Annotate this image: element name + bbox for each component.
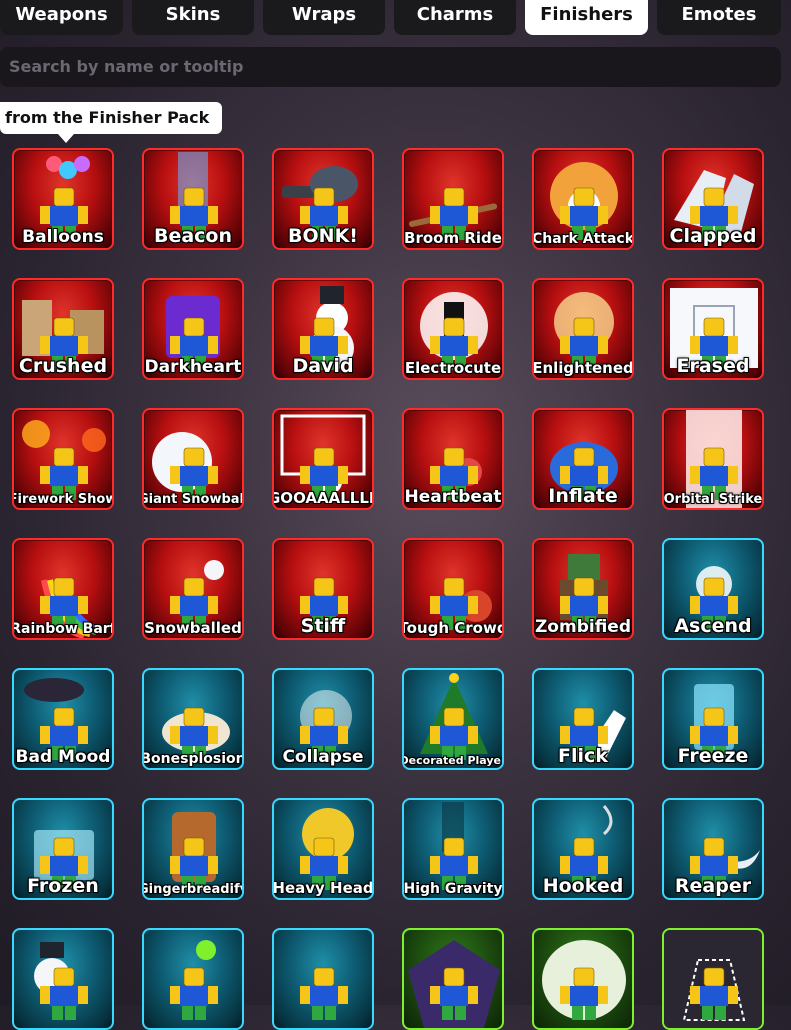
finisher-card[interactable]: Gingerbreadify (142, 798, 244, 900)
finisher-name: Collapse (282, 747, 364, 767)
finisher-card[interactable] (402, 928, 504, 1030)
finisher-name: Orbital Strike (663, 492, 763, 507)
finisher-name: Decorated Player (402, 754, 504, 767)
finisher-name: Gingerbreadify (142, 882, 244, 897)
finisher-name: Balloons (22, 227, 104, 247)
finisher-card[interactable]: Firework Show (12, 408, 114, 510)
tooltip-pointer (58, 134, 74, 143)
finisher-card[interactable]: Crushed (12, 278, 114, 380)
finisher-card[interactable] (12, 928, 114, 1030)
finisher-name: Heartbeat (404, 487, 502, 507)
finisher-card[interactable]: BONK! (272, 148, 374, 250)
finisher-card[interactable]: Giant Snowball (142, 408, 244, 510)
finisher-card[interactable]: Hooked (532, 798, 634, 900)
finisher-card[interactable]: Erased (662, 278, 764, 380)
finisher-grid: Balloons Beacon BONK! Broom Ride Chark Attac… (12, 148, 782, 1030)
tab-finishers[interactable]: Finishers (525, 0, 648, 35)
tab-charms[interactable]: Charms (394, 0, 516, 35)
finisher-card[interactable]: Zombified (532, 538, 634, 640)
finisher-card[interactable]: Tough Crowd (402, 538, 504, 640)
finisher-name: Ascend (674, 615, 752, 637)
finisher-name: Giant Snowball (142, 492, 244, 507)
crime-scene-icon (664, 930, 762, 1028)
finisher-name: Hooked (542, 875, 624, 897)
finisher-card[interactable]: Inflate (532, 408, 634, 510)
search-input[interactable] (0, 47, 781, 87)
finisher-card[interactable]: Beacon (142, 148, 244, 250)
finisher-card[interactable] (272, 928, 374, 1030)
item-tooltip: from the Finisher Pack (0, 102, 222, 134)
monster-mouth-icon (542, 940, 626, 1020)
finisher-card[interactable]: Broom Ride (402, 148, 504, 250)
category-tabs: Weapons Skins Wraps Charms Finishers Emo… (0, 0, 791, 36)
vampire-icon (408, 940, 500, 1028)
finisher-name: David (292, 355, 354, 377)
finisher-card[interactable]: Freeze (662, 668, 764, 770)
finisher-card[interactable] (532, 928, 634, 1030)
finisher-card[interactable]: Decorated Player (402, 668, 504, 770)
finisher-name: Enlightened (532, 359, 634, 377)
finisher-card[interactable]: Heavy Head (272, 798, 374, 900)
finisher-name: Freeze (677, 745, 749, 767)
finisher-name: Clapped (669, 225, 757, 247)
finisher-name: Bad Mood (15, 747, 111, 767)
finisher-name: Bonesplosion (142, 751, 244, 767)
finisher-name: Heavy Head (272, 879, 374, 897)
finisher-name: Beacon (153, 225, 233, 247)
finisher-name: Flick (558, 745, 608, 767)
finisher-card[interactable]: Reaper (662, 798, 764, 900)
finisher-name: Tough Crowd (402, 619, 504, 637)
finisher-name: Zombified (534, 617, 631, 637)
finisher-card[interactable]: Flick (532, 668, 634, 770)
finisher-name: Snowballed (144, 619, 242, 637)
finisher-name: Electrocute (404, 359, 502, 377)
splat-player-icon (170, 940, 218, 1020)
finisher-card[interactable]: David (272, 278, 374, 380)
tab-skins[interactable]: Skins (132, 0, 254, 35)
tab-emotes[interactable]: Emotes (657, 0, 781, 35)
finisher-card[interactable]: High Gravity (402, 798, 504, 900)
finisher-name: Stiff (300, 615, 346, 637)
snowman-player-icon (34, 942, 88, 1020)
finisher-card[interactable]: Rainbow Barf (12, 538, 114, 640)
finisher-name: Chark Attack (532, 231, 634, 247)
finisher-card[interactable]: Darkheart (142, 278, 244, 380)
tab-weapons[interactable]: Weapons (0, 0, 123, 35)
crossed-arms-player-icon (300, 967, 348, 1020)
finisher-name: Erased (676, 355, 750, 377)
finisher-name: Broom Ride (404, 229, 502, 247)
finisher-name: Rainbow Barf (12, 621, 114, 637)
finisher-card[interactable]: Bonesplosion (142, 668, 244, 770)
finisher-card[interactable]: Clapped (662, 148, 764, 250)
tab-wraps[interactable]: Wraps (263, 0, 385, 35)
finisher-name: Darkheart (144, 357, 242, 377)
finisher-card[interactable]: Orbital Strike (662, 408, 764, 510)
finisher-card[interactable]: Ascend (662, 538, 764, 640)
finisher-card[interactable]: GOOAAALLLL (272, 408, 374, 510)
finisher-card[interactable]: Collapse (272, 668, 374, 770)
finisher-name: Inflate (548, 485, 618, 507)
finisher-card[interactable]: Frozen (12, 798, 114, 900)
finisher-card[interactable]: Enlightened (532, 278, 634, 380)
finisher-name: Frozen (27, 875, 99, 897)
finisher-name: Reaper (674, 875, 752, 897)
finisher-name: Crushed (18, 355, 108, 377)
finisher-name: BONK! (288, 225, 358, 247)
finisher-name: High Gravity (403, 881, 503, 897)
finisher-card[interactable]: Heartbeat (402, 408, 504, 510)
finisher-card[interactable] (142, 928, 244, 1030)
finisher-card[interactable] (662, 928, 764, 1030)
finisher-card[interactable]: Stiff (272, 538, 374, 640)
finisher-name: GOOAAALLLL (272, 489, 374, 507)
finisher-name: Firework Show (12, 492, 114, 507)
finisher-card[interactable]: Bad Mood (12, 668, 114, 770)
finisher-card[interactable]: Electrocute (402, 278, 504, 380)
finisher-card[interactable]: Chark Attack (532, 148, 634, 250)
finisher-card[interactable]: Balloons (12, 148, 114, 250)
finisher-card[interactable]: Snowballed (142, 538, 244, 640)
